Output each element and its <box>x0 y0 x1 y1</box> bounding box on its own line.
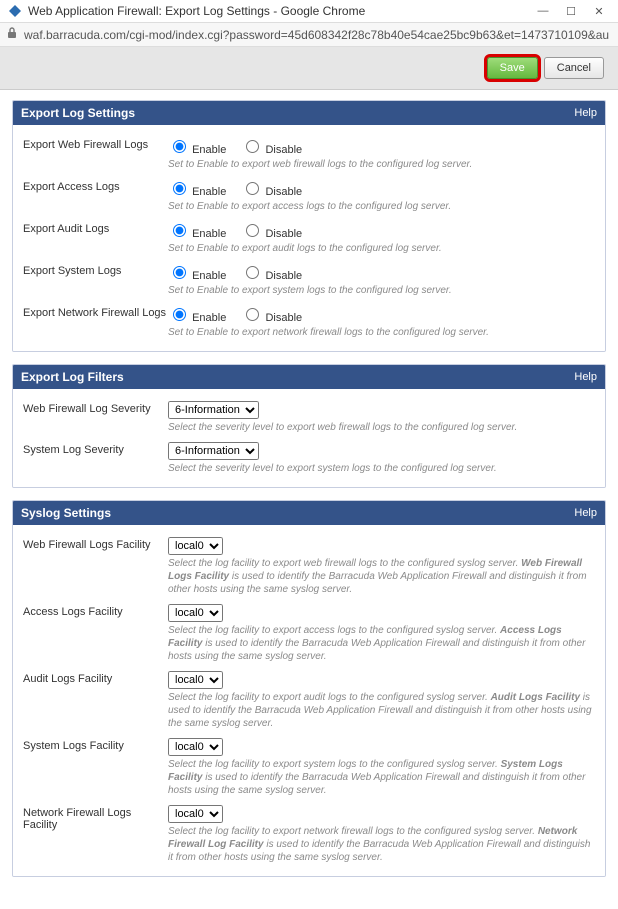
favicon-icon <box>8 4 22 18</box>
radio-disable-input[interactable] <box>246 140 259 153</box>
row-export-access: Export Access Logs Enable Disable Set to… <box>23 175 595 217</box>
row-export-web-firewall: Export Web Firewall Logs Enable Disable … <box>23 133 595 175</box>
row-hint: Set to Enable to export network firewall… <box>168 326 595 339</box>
section-header: Export Log Settings Help <box>13 101 605 125</box>
radio-disable-input[interactable] <box>246 224 259 237</box>
access-facility-select[interactable]: local0 <box>168 604 223 622</box>
row-web-facility: Web Firewall Logs Facility local0 Select… <box>23 533 595 600</box>
row-hint: Select the severity level to export syst… <box>168 462 595 475</box>
section-export-log-settings: Export Log Settings Help Export Web Fire… <box>12 100 606 352</box>
radio-disable-input[interactable] <box>246 182 259 195</box>
web-facility-select[interactable]: local0 <box>168 537 223 555</box>
section-title: Export Log Filters <box>21 370 124 384</box>
row-label: Web Firewall Log Severity <box>23 401 168 415</box>
row-hint: Set to Enable to export access logs to t… <box>168 200 595 213</box>
radio-enable[interactable]: Enable <box>168 312 226 324</box>
section-syslog-settings: Syslog Settings Help Web Firewall Logs F… <box>12 500 606 877</box>
row-audit-facility: Audit Logs Facility local0 Select the lo… <box>23 667 595 734</box>
help-link[interactable]: Help <box>574 507 597 519</box>
network-facility-select[interactable]: local0 <box>168 805 223 823</box>
web-severity-select[interactable]: 6-Information <box>168 401 259 419</box>
radio-disable[interactable]: Disable <box>241 144 302 156</box>
section-title: Export Log Settings <box>21 106 135 120</box>
row-web-severity: Web Firewall Log Severity 6-Information … <box>23 397 595 438</box>
row-label: Export Network Firewall Logs <box>23 305 168 319</box>
radio-enable[interactable]: Enable <box>168 186 226 198</box>
radio-enable-input[interactable] <box>173 266 186 279</box>
row-hint: Select the log facility to export web fi… <box>168 557 595 596</box>
radio-disable[interactable]: Disable <box>241 186 302 198</box>
radio-disable[interactable]: Disable <box>241 312 302 324</box>
row-hint: Select the log facility to export audit … <box>168 691 595 730</box>
radio-enable-input[interactable] <box>173 182 186 195</box>
radio-disable[interactable]: Disable <box>241 270 302 282</box>
row-label: Export Web Firewall Logs <box>23 137 168 151</box>
window-minimize-icon[interactable]: — <box>536 4 550 18</box>
row-label: Export System Logs <box>23 263 168 277</box>
row-label: System Logs Facility <box>23 738 168 752</box>
radio-disable[interactable]: Disable <box>241 228 302 240</box>
row-export-network-firewall: Export Network Firewall Logs Enable Disa… <box>23 301 595 343</box>
row-hint: Select the log facility to export system… <box>168 758 595 797</box>
window-maximize-icon[interactable]: ☐ <box>564 4 578 18</box>
section-header: Syslog Settings Help <box>13 501 605 525</box>
row-label: Export Access Logs <box>23 179 168 193</box>
audit-facility-select[interactable]: local0 <box>168 671 223 689</box>
row-label: Access Logs Facility <box>23 604 168 618</box>
row-hint: Set to Enable to export system logs to t… <box>168 284 595 297</box>
page-content: Export Log Settings Help Export Web Fire… <box>0 90 618 909</box>
window-titlebar: Web Application Firewall: Export Log Set… <box>0 0 618 23</box>
action-button-row: Save Cancel <box>0 47 618 90</box>
help-link[interactable]: Help <box>574 371 597 383</box>
row-label: Audit Logs Facility <box>23 671 168 685</box>
row-hint: Select the log facility to export access… <box>168 624 595 663</box>
url-text[interactable]: waf.barracuda.com/cgi-mod/index.cgi?pass… <box>24 28 612 42</box>
row-access-facility: Access Logs Facility local0 Select the l… <box>23 600 595 667</box>
row-label: Export Audit Logs <box>23 221 168 235</box>
row-export-system: Export System Logs Enable Disable Set to… <box>23 259 595 301</box>
row-network-facility: Network Firewall Logs Facility local0 Se… <box>23 801 595 868</box>
window-title: Web Application Firewall: Export Log Set… <box>28 4 536 18</box>
row-hint: Set to Enable to export web firewall log… <box>168 158 595 171</box>
system-severity-select[interactable]: 6-Information <box>168 442 259 460</box>
radio-disable-input[interactable] <box>246 308 259 321</box>
row-export-audit: Export Audit Logs Enable Disable Set to … <box>23 217 595 259</box>
row-hint: Select the severity level to export web … <box>168 421 595 434</box>
radio-enable[interactable]: Enable <box>168 144 226 156</box>
row-label: System Log Severity <box>23 442 168 456</box>
radio-enable-input[interactable] <box>173 308 186 321</box>
help-link[interactable]: Help <box>574 107 597 119</box>
row-label: Network Firewall Logs Facility <box>23 805 168 831</box>
row-hint: Set to Enable to export audit logs to th… <box>168 242 595 255</box>
section-header: Export Log Filters Help <box>13 365 605 389</box>
row-label: Web Firewall Logs Facility <box>23 537 168 551</box>
section-export-log-filters: Export Log Filters Help Web Firewall Log… <box>12 364 606 488</box>
radio-enable-input[interactable] <box>173 224 186 237</box>
cancel-button[interactable]: Cancel <box>544 57 604 79</box>
row-system-severity: System Log Severity 6-Information Select… <box>23 438 595 479</box>
radio-disable-input[interactable] <box>246 266 259 279</box>
radio-enable-input[interactable] <box>173 140 186 153</box>
section-title: Syslog Settings <box>21 506 111 520</box>
address-bar: waf.barracuda.com/cgi-mod/index.cgi?pass… <box>0 23 618 47</box>
row-hint: Select the log facility to export networ… <box>168 825 595 864</box>
row-system-facility: System Logs Facility local0 Select the l… <box>23 734 595 801</box>
radio-enable[interactable]: Enable <box>168 228 226 240</box>
radio-enable[interactable]: Enable <box>168 270 226 282</box>
save-button[interactable]: Save <box>487 57 538 79</box>
system-facility-select[interactable]: local0 <box>168 738 223 756</box>
window-close-icon[interactable]: ✕ <box>592 4 606 18</box>
lock-icon <box>6 27 18 42</box>
